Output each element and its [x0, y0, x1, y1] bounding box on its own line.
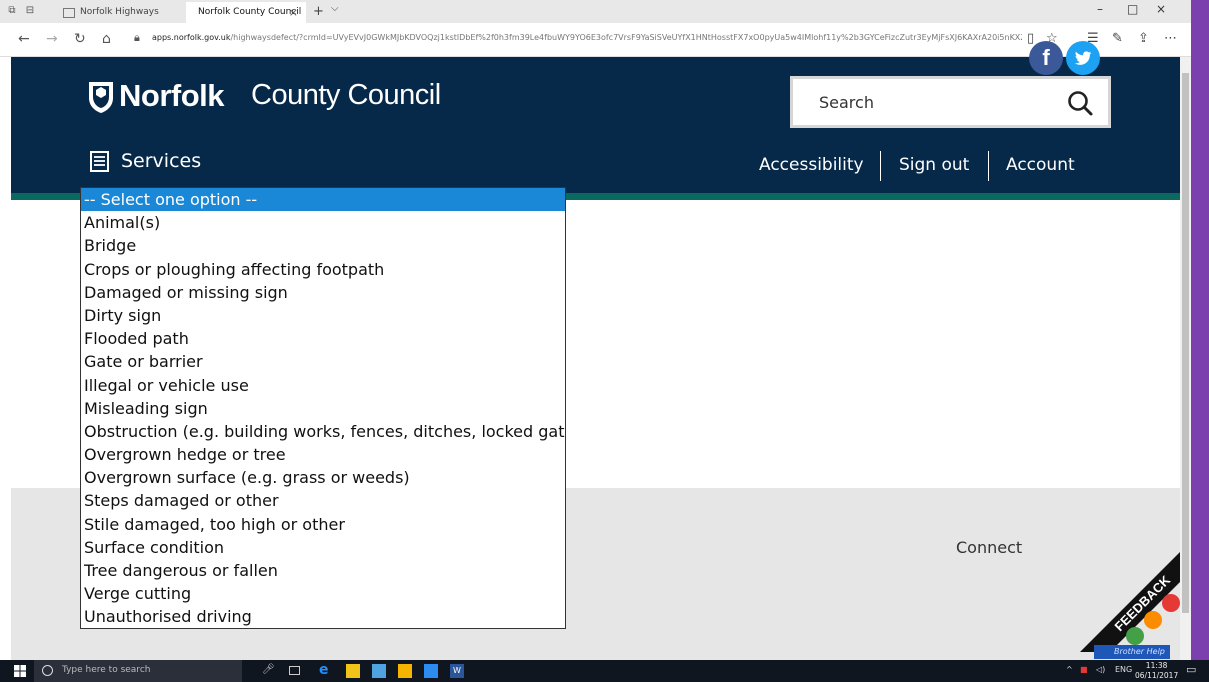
dropdown-option[interactable]: Dirty sign	[81, 304, 565, 327]
taskbar-search[interactable]: Type here to search	[34, 660, 242, 682]
site-header: Norfolk County Council Search Services A…	[11, 57, 1180, 193]
page-scrollbar[interactable]	[1180, 57, 1191, 660]
close-tab-icon[interactable]: ×	[289, 2, 298, 23]
file-explorer-icon[interactable]	[346, 664, 360, 678]
dropdown-option[interactable]: Surface condition	[81, 536, 565, 559]
url-path: /highwaysdefect/?crmId=UVyEVvJ0GWkMJbKDV…	[230, 33, 1022, 42]
home-icon[interactable]: ⌂	[102, 31, 111, 47]
system-clock[interactable]: 11:38 06/11/2017	[1135, 661, 1178, 681]
services-list-icon	[90, 151, 109, 172]
tab-label: Norfolk County Council	[198, 7, 302, 17]
dropdown-option[interactable]: Bridge	[81, 234, 565, 257]
dropdown-option[interactable]: Gate or barrier	[81, 350, 565, 373]
close-window-button[interactable]: ×	[1156, 2, 1166, 16]
dropdown-option[interactable]: Overgrown surface (e.g. grass or weeds)	[81, 466, 565, 489]
maximize-button[interactable]: □	[1127, 2, 1138, 16]
dropdown-option[interactable]: Steps damaged or other	[81, 489, 565, 512]
crest-icon	[89, 82, 113, 113]
link-divider	[880, 151, 881, 181]
microphone-icon[interactable]: 🎤︎	[262, 664, 276, 678]
browser-window: ⧉ ⊟ Norfolk Highways Norfolk County Coun…	[0, 0, 1191, 660]
tab-list-chevron-icon[interactable]: ⌵	[331, 3, 339, 14]
refresh-icon[interactable]: ↻	[74, 31, 86, 47]
search-input[interactable]: Search	[819, 93, 874, 112]
task-view-icon[interactable]	[289, 666, 300, 675]
tab-strip: ⧉ ⊟ Norfolk Highways Norfolk County Coun…	[0, 0, 1191, 23]
show-tabs-icon[interactable]: ⊟	[24, 5, 36, 17]
services-label: Services	[121, 150, 202, 172]
dropdown-option[interactable]: Flooded path	[81, 327, 565, 350]
back-arrow-icon[interactable]: ←	[18, 31, 30, 47]
taskbar-search-input[interactable]: Type here to search	[62, 665, 150, 675]
logo-subtitle: County Council	[251, 79, 441, 111]
cortana-icon	[42, 665, 53, 676]
dropdown-option[interactable]: -- Select one option --	[81, 188, 565, 212]
tab-label: Norfolk Highways	[80, 7, 159, 17]
store-icon[interactable]	[398, 664, 412, 678]
issue-type-dropdown-list[interactable]: -- Select one option -- Animal(s) Bridge Cr…	[80, 187, 566, 629]
windows-taskbar: Type here to search 🎤︎ e W ^ ■ ◁) ENG 11…	[0, 660, 1209, 682]
sign-out-link[interactable]: Sign out	[899, 155, 969, 175]
dropdown-option[interactable]: Unauthorised driving	[81, 605, 565, 628]
dropdown-option[interactable]: Obstruction (e.g. building works, fences…	[81, 420, 565, 443]
tray-alert-icon[interactable]: ■	[1080, 665, 1088, 674]
share-icon[interactable]: ⇪	[1138, 31, 1149, 46]
edge-browser-icon[interactable]: e	[319, 662, 333, 678]
connect-label: Connect	[956, 538, 1023, 557]
dropdown-option[interactable]: Verge cutting	[81, 582, 565, 605]
account-link[interactable]: Account	[1006, 155, 1075, 175]
accessibility-link[interactable]: Accessibility	[759, 155, 864, 175]
photos-icon[interactable]	[424, 664, 438, 678]
dropdown-option[interactable]: Crops or ploughing affecting footpath	[81, 258, 565, 281]
search-icon[interactable]	[1066, 89, 1094, 117]
dropdown-option[interactable]: Stile damaged, too high or other	[81, 513, 565, 536]
url-host: apps.norfolk.gov.uk	[152, 33, 231, 42]
word-icon[interactable]: W	[450, 664, 464, 678]
tabs-aside-icon[interactable]: ⧉	[6, 5, 18, 17]
dropdown-option[interactable]: Overgrown hedge or tree	[81, 443, 565, 466]
action-center-icon[interactable]: ▭	[1186, 663, 1196, 676]
dropdown-option[interactable]: Misleading sign	[81, 397, 565, 420]
mail-icon[interactable]	[372, 664, 386, 678]
facebook-icon[interactable]: f	[1029, 41, 1063, 75]
address-bar-row: ← → ↻ ⌂ 🔒︎ apps.norfolk.gov.uk/highwaysd…	[0, 23, 1191, 57]
tab-norfolk-highways[interactable]: Norfolk Highways	[60, 2, 185, 23]
dropdown-option[interactable]: Damaged or missing sign	[81, 281, 565, 304]
logo-brand: Norfolk	[119, 78, 225, 113]
clock-time: 11:38	[1145, 661, 1168, 670]
dropdown-option[interactable]: Animal(s)	[81, 211, 565, 234]
feedback-tab[interactable]: FEEDBACK	[1080, 552, 1180, 652]
url-field[interactable]: apps.norfolk.gov.uk/highwaysdefect/?crmI…	[152, 33, 1022, 42]
windows-start-icon[interactable]	[14, 665, 26, 677]
volume-icon[interactable]: ◁)	[1096, 665, 1105, 674]
language-indicator[interactable]: ENG	[1115, 665, 1132, 674]
tab-norfolk-county-council[interactable]: Norfolk County Council ×	[186, 2, 306, 23]
more-menu-icon[interactable]: ⋯	[1164, 31, 1177, 46]
twitter-icon[interactable]	[1066, 41, 1100, 75]
site-search-box[interactable]: Search	[790, 76, 1111, 128]
tray-chevron-icon[interactable]: ^	[1066, 665, 1073, 674]
brother-help-overlay[interactable]: Brother Help	[1094, 645, 1170, 659]
minimize-button[interactable]: –	[1097, 2, 1103, 16]
web-note-icon[interactable]: ✎	[1112, 31, 1123, 46]
scrollbar-thumb[interactable]	[1182, 73, 1189, 613]
forward-arrow-icon[interactable]: →	[46, 31, 58, 47]
dropdown-option[interactable]: Tree dangerous or fallen	[81, 559, 565, 582]
link-divider	[988, 151, 989, 181]
dropdown-option[interactable]: Illegal or vehicle use	[81, 374, 565, 397]
new-tab-button[interactable]: +	[313, 4, 324, 19]
lock-icon: 🔒︎	[134, 31, 140, 44]
clock-date: 06/11/2017	[1135, 671, 1179, 680]
reading-view-icon[interactable]: ▯	[1027, 31, 1034, 46]
